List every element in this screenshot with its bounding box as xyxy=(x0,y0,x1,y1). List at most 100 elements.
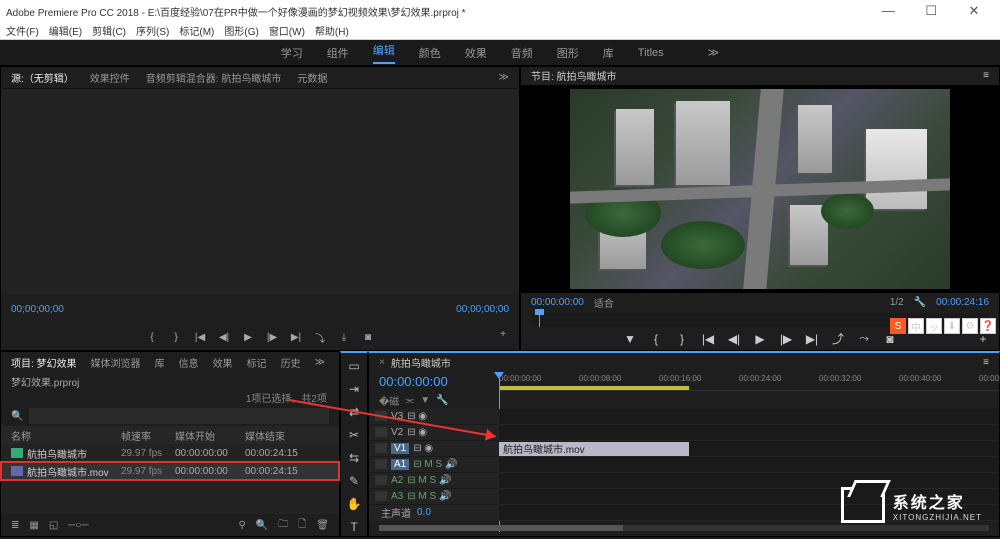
play-icon[interactable]: ▶ xyxy=(752,331,768,347)
ime-help-icon[interactable]: ❓ xyxy=(980,318,996,334)
zoom-fit[interactable]: 适合 xyxy=(594,295,614,310)
panel-menu-icon[interactable]: ≫ xyxy=(499,72,509,83)
delete-icon[interactable]: 🗑 xyxy=(316,520,329,531)
new-item-icon[interactable]: 🗋 xyxy=(298,517,306,534)
project-item-sequence[interactable]: 航拍鸟瞰城市 29.97 fps 00:00:00:00 00:00:24:15 xyxy=(1,444,339,462)
list-view-icon[interactable]: ≣ xyxy=(11,520,19,531)
add-marker-icon[interactable]: ▼ xyxy=(420,395,430,406)
find-icon[interactable]: 🔍 xyxy=(256,520,268,531)
menu-window[interactable]: 窗口(W) xyxy=(269,23,305,38)
track-toggle-icon[interactable] xyxy=(375,459,387,469)
snap-icon[interactable]: �磁 xyxy=(379,393,399,408)
workspace-effects[interactable]: 效果 xyxy=(465,45,487,61)
menu-edit[interactable]: 编辑(E) xyxy=(49,23,82,38)
ime-logo-icon[interactable]: S xyxy=(890,318,906,334)
step-back-icon[interactable]: ◀| xyxy=(726,331,742,347)
go-to-out-icon[interactable]: ▶| xyxy=(288,329,304,345)
workspace-learn[interactable]: 学习 xyxy=(281,45,303,61)
ime-lang-icon[interactable]: 中 xyxy=(908,318,924,334)
tab-effects[interactable]: 效果 xyxy=(213,355,233,370)
mark-out-icon[interactable]: } xyxy=(674,331,690,347)
workspace-edit[interactable]: 编辑 xyxy=(373,42,395,64)
minimize-icon[interactable]: — xyxy=(868,3,908,18)
tab-info[interactable]: 信息 xyxy=(179,355,199,370)
mark-in-icon[interactable]: { xyxy=(648,331,664,347)
export-frame-icon[interactable]: ◙ xyxy=(360,329,376,345)
track-lane-v1[interactable]: 航拍鸟瞰城市.mov xyxy=(499,441,999,457)
play-icon[interactable]: ▶ xyxy=(240,329,256,345)
menu-clip[interactable]: 剪辑(C) xyxy=(92,23,126,38)
step-back-icon[interactable]: ◀| xyxy=(216,329,232,345)
mark-in-icon[interactable]: { xyxy=(144,329,160,345)
go-to-out-icon[interactable]: ▶| xyxy=(804,331,820,347)
workspace-assembly[interactable]: 组件 xyxy=(327,45,349,61)
workspace-audio[interactable]: 音频 xyxy=(511,45,533,61)
track-lane-v3[interactable] xyxy=(499,409,999,425)
source-time-in[interactable]: 00;00;00;00 xyxy=(11,304,64,315)
resolution-select[interactable]: 1/2 xyxy=(890,297,904,308)
program-playhead-icon[interactable] xyxy=(539,313,540,328)
search-input[interactable] xyxy=(29,408,329,424)
playhead-timecode[interactable]: 00:00:00:00 xyxy=(369,372,499,391)
tab-audio-clip-mixer[interactable]: 音频剪辑混合器: 航拍鸟瞰城市 xyxy=(146,70,282,85)
tab-history[interactable]: 历史 xyxy=(281,355,301,370)
add-marker-icon[interactable]: ▼ xyxy=(622,331,638,347)
track-header-a3[interactable]: A3⊟ M S 🔊 xyxy=(369,489,499,505)
track-toggle-icon[interactable] xyxy=(375,443,387,453)
new-bin-icon[interactable]: 🗀 xyxy=(278,517,288,534)
tab-markers[interactable]: 标记 xyxy=(247,355,267,370)
go-to-in-icon[interactable]: |◀ xyxy=(700,331,716,347)
auto-match-icon[interactable]: ⚲ xyxy=(238,520,245,531)
go-to-in-icon[interactable]: |◀ xyxy=(192,329,208,345)
track-header-v1[interactable]: V1⊟ ◉ xyxy=(369,441,499,457)
icon-view-icon[interactable]: ▦ xyxy=(29,520,38,531)
sequence-name[interactable]: 航拍鸟瞰城市 xyxy=(391,355,451,370)
workspace-graphics[interactable]: 图形 xyxy=(557,45,579,61)
tab-media-browser[interactable]: 媒体浏览器 xyxy=(91,355,141,370)
workspace-overflow-icon[interactable]: ≫ xyxy=(708,46,720,59)
col-name[interactable]: 名称 xyxy=(11,428,121,443)
tab-source[interactable]: 源:（无剪辑） xyxy=(11,70,74,85)
ime-settings-icon[interactable]: ⚙ xyxy=(962,318,978,334)
track-lane-v2[interactable] xyxy=(499,425,999,441)
menu-help[interactable]: 帮助(H) xyxy=(315,23,349,38)
insert-icon[interactable]: ⤵ xyxy=(312,329,328,345)
track-toggle-icon[interactable] xyxy=(375,491,387,501)
menu-marker[interactable]: 标记(M) xyxy=(179,23,214,38)
col-fps[interactable]: 帧速率 xyxy=(121,428,175,443)
selection-tool-icon[interactable]: ▭ xyxy=(345,357,363,374)
slip-tool-icon[interactable]: ⇆ xyxy=(345,450,363,467)
track-header-master[interactable]: 主声道0.0 xyxy=(369,505,499,521)
panel-overflow-icon[interactable]: ≫ xyxy=(315,357,325,368)
track-select-tool-icon[interactable]: ⇥ xyxy=(345,380,363,397)
workspace-library[interactable]: 库 xyxy=(603,45,614,61)
tab-effect-controls[interactable]: 效果控件 xyxy=(90,70,130,85)
track-lane-a1[interactable] xyxy=(499,457,999,473)
timeline-settings-icon[interactable]: 🔧 xyxy=(436,395,448,406)
timeline-clip[interactable]: 航拍鸟瞰城市.mov xyxy=(499,442,689,456)
overwrite-icon[interactable]: ⤓ xyxy=(336,329,352,345)
track-header-a2[interactable]: A2⊟ M S 🔊 xyxy=(369,473,499,489)
tab-library[interactable]: 库 xyxy=(155,355,165,370)
track-toggle-icon[interactable] xyxy=(375,475,387,485)
track-toggle-icon[interactable] xyxy=(375,427,387,437)
tab-project[interactable]: 项目: 梦幻效果 xyxy=(11,355,77,370)
menu-graphics[interactable]: 图形(G) xyxy=(224,23,258,38)
ime-emoji-icon[interactable]: ッ xyxy=(926,318,942,334)
menu-file[interactable]: 文件(F) xyxy=(6,23,39,38)
program-time[interactable]: 00:00:00:00 xyxy=(531,297,584,308)
tab-metadata[interactable]: 元数据 xyxy=(297,70,327,85)
workspace-titles[interactable]: Titles xyxy=(638,47,664,59)
type-tool-icon[interactable]: T xyxy=(345,519,363,536)
razor-tool-icon[interactable]: ✂ xyxy=(345,426,363,443)
timeline-zoom-scrollbar[interactable] xyxy=(379,525,989,531)
close-icon[interactable]: ✕ xyxy=(954,3,994,19)
track-header-a1[interactable]: A1⊟ M S 🔊 xyxy=(369,457,499,473)
extract-icon[interactable]: ⤳ xyxy=(856,331,872,347)
step-forward-icon[interactable]: |▶ xyxy=(264,329,280,345)
freeform-view-icon[interactable]: ◱ xyxy=(49,520,58,531)
source-time-out[interactable]: 00;00;00;00 xyxy=(456,304,509,315)
linked-selection-icon[interactable]: ⫘ xyxy=(405,395,414,406)
hand-tool-icon[interactable]: ✋ xyxy=(345,496,363,513)
lift-icon[interactable]: ⤴ xyxy=(830,331,846,347)
